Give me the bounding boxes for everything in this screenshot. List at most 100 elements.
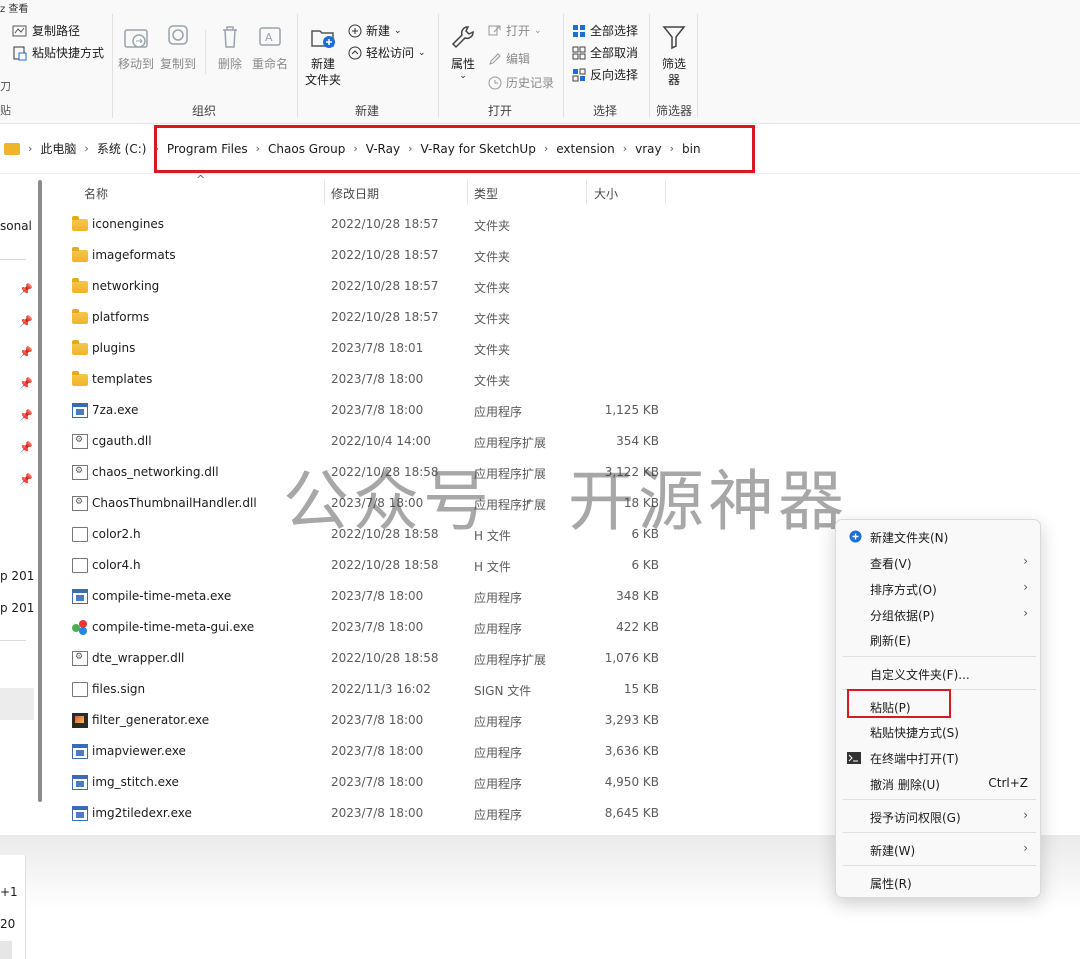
paste-shortcut-button[interactable]: 粘贴快捷方式 xyxy=(12,44,104,61)
watermark-text: 公众号 · 开源神器 xyxy=(283,463,848,540)
chevron-right-icon: › xyxy=(1023,554,1028,568)
pin-icon: 📌 xyxy=(19,315,33,328)
menu-item-customize-folder[interactable]: 自定义文件夹(F)... xyxy=(840,660,1038,686)
menu-item-view[interactable]: 查看(V) › xyxy=(840,549,1038,575)
ribbon-cut-edge-b: 贴 xyxy=(0,104,11,117)
file-row[interactable]: plugins 2023/7/8 18:01 文件夹 xyxy=(70,333,670,364)
menu-item-sort-by[interactable]: 排序方式(O) › xyxy=(840,575,1038,601)
file-type: 应用程序 xyxy=(474,746,523,760)
file-row[interactable]: imageformats 2022/10/28 18:57 文件夹 xyxy=(70,240,670,271)
file-row[interactable]: 7za.exe 2023/7/8 18:00 应用程序 1,125 KB xyxy=(70,395,670,426)
file-name: imapviewer.exe xyxy=(92,744,186,758)
history-label: 历史记录 xyxy=(506,76,555,90)
file-row[interactable]: img_stitch.exe 2023/7/8 18:00 应用程序 4,950 KB xyxy=(70,767,670,798)
move-to-button[interactable]: 移动到 xyxy=(118,22,154,72)
file-name: ChaosThumbnailHandler.dll xyxy=(92,496,257,510)
history-button[interactable]: 历史记录 xyxy=(488,74,554,91)
column-divider[interactable] xyxy=(665,179,666,205)
file-row[interactable]: networking 2022/10/28 18:57 文件夹 xyxy=(70,271,670,302)
file-row[interactable]: compile-time-meta.exe 2023/7/8 18:00 应用程序 3… xyxy=(70,581,670,612)
menu-item-group-by[interactable]: 分组依据(P) › xyxy=(840,601,1038,627)
column-header-size[interactable]: 大小 xyxy=(594,185,618,202)
background-text-a: +1 xyxy=(0,885,18,899)
file-type: 应用程序 xyxy=(474,777,523,791)
nav-item-sketchup-2019-b[interactable]: p 201 xyxy=(0,601,34,615)
file-modified-date: 2022/10/28 18:58 xyxy=(331,651,439,665)
file-modified-date: 2022/10/28 18:57 xyxy=(331,310,439,324)
file-name: networking xyxy=(92,279,160,293)
edit-button[interactable]: 编辑 xyxy=(488,50,530,67)
file-row[interactable]: platforms 2022/10/28 18:57 文件夹 xyxy=(70,302,670,333)
folder-icon xyxy=(72,340,88,355)
open-button[interactable]: 打开 ⌄ xyxy=(488,22,542,39)
column-divider[interactable] xyxy=(586,179,587,205)
chevron-right-icon[interactable]: › xyxy=(84,142,88,155)
menu-separator xyxy=(842,832,1036,833)
menu-item-open-in-terminal[interactable]: 在终端中打开(T) xyxy=(840,744,1038,770)
chevron-down-icon: ⌄ xyxy=(459,71,467,81)
pin-icon: 📌 xyxy=(19,409,33,422)
menu-item-undo-delete[interactable]: 撤消 删除(U) Ctrl+Z xyxy=(840,770,1038,796)
column-divider[interactable] xyxy=(467,179,468,205)
invert-selection-button[interactable]: 反向选择 xyxy=(572,66,638,83)
chevron-right-icon: › xyxy=(1023,808,1028,822)
menu-item-paste-shortcut[interactable]: 粘贴快捷方式(S) xyxy=(840,718,1038,744)
filter-button[interactable]: 筛选 器 xyxy=(659,22,689,88)
breadcrumb-item[interactable]: 此电脑 xyxy=(40,140,76,157)
file-row[interactable]: filter_generator.exe 2023/7/8 18:00 应用程序 3,… xyxy=(70,705,670,736)
file-row[interactable]: files.sign 2022/11/3 16:02 SIGN 文件 15 KB xyxy=(70,674,670,705)
select-none-label: 全部取消 xyxy=(590,46,639,60)
menu-item-new-folder[interactable]: 新建文件夹(N) xyxy=(840,523,1038,549)
file-modified-date: 2022/11/3 16:02 xyxy=(331,682,431,696)
file-size: 15 KB xyxy=(623,682,659,696)
nav-item-selected[interactable] xyxy=(0,688,34,720)
properties-button[interactable]: 属性 ⌄ xyxy=(448,22,478,81)
file-modified-date: 2023/7/8 18:00 xyxy=(331,620,424,634)
delete-label: 删除 xyxy=(217,57,242,71)
new-folder-button[interactable]: 新建 文件夹 xyxy=(305,22,341,88)
delete-button[interactable]: 删除 xyxy=(215,22,245,72)
menu-item-properties[interactable]: 属性(R) xyxy=(840,869,1038,895)
breadcrumb-item[interactable]: 系统 (C:) xyxy=(97,140,147,157)
menu-item-grant-access[interactable]: 授予访问权限(G) › xyxy=(840,803,1038,829)
column-divider[interactable] xyxy=(324,179,325,205)
dll-file-icon xyxy=(72,465,88,480)
file-type: 应用程序 xyxy=(474,808,523,822)
copy-to-label: 复制到 xyxy=(160,57,197,71)
file-modified-date: 2022/10/4 14:00 xyxy=(331,434,431,448)
nav-scrollbar[interactable] xyxy=(38,180,42,802)
file-row[interactable]: color4.h 2022/10/28 18:58 H 文件 6 KB xyxy=(70,550,670,581)
menu-item-new[interactable]: 新建(W) › xyxy=(840,836,1038,862)
copy-path-button[interactable]: 复制路径 xyxy=(12,22,80,39)
file-row[interactable]: imapviewer.exe 2023/7/8 18:00 应用程序 3,636 KB xyxy=(70,736,670,767)
file-row[interactable]: img2tiledexr.exe 2023/7/8 18:00 应用程序 8,645 … xyxy=(70,798,670,829)
folder-icon xyxy=(72,371,88,386)
pin-icon: 📌 xyxy=(19,441,33,454)
file-size: 1,076 KB xyxy=(604,651,659,665)
file-row[interactable]: iconengines 2022/10/28 18:57 文件夹 xyxy=(70,209,670,240)
file-row[interactable]: templates 2023/7/8 18:00 文件夹 xyxy=(70,364,670,395)
svg-text:A: A xyxy=(265,31,273,44)
file-type: 应用程序 xyxy=(474,622,523,636)
menu-item-refresh[interactable]: 刷新(E) xyxy=(840,626,1038,652)
trash-icon xyxy=(223,26,237,48)
new-item-button[interactable]: 新建 ⌄ xyxy=(348,22,402,39)
select-all-button[interactable]: 全部选择 xyxy=(572,22,638,39)
select-none-button[interactable]: 全部取消 xyxy=(572,44,638,61)
column-header-name[interactable]: 名称 xyxy=(84,185,108,202)
copy-to-button[interactable]: 复制到 xyxy=(160,22,196,72)
column-header-type[interactable]: 类型 xyxy=(474,185,498,202)
easy-access-button[interactable]: 轻松访问 ⌄ xyxy=(348,44,426,61)
organize-group-label: 组织 xyxy=(192,104,217,118)
nav-item-personal[interactable]: sonal xyxy=(0,219,32,233)
rename-button[interactable]: A 重命名 xyxy=(252,22,288,72)
column-header-modified[interactable]: 修改日期 xyxy=(331,185,379,202)
document-icon xyxy=(72,558,88,573)
file-size: 354 KB xyxy=(616,434,659,448)
open-group-label: 打开 xyxy=(488,104,513,118)
nav-item-sketchup-2019-a[interactable]: p 201 xyxy=(0,569,34,583)
application-icon xyxy=(72,775,88,790)
file-row[interactable]: dte_wrapper.dll 2022/10/28 18:58 应用程序扩展 1,0… xyxy=(70,643,670,674)
file-type: 应用程序扩展 xyxy=(474,653,547,667)
file-row[interactable]: compile-time-meta-gui.exe 2023/7/8 18:00 应… xyxy=(70,612,670,643)
